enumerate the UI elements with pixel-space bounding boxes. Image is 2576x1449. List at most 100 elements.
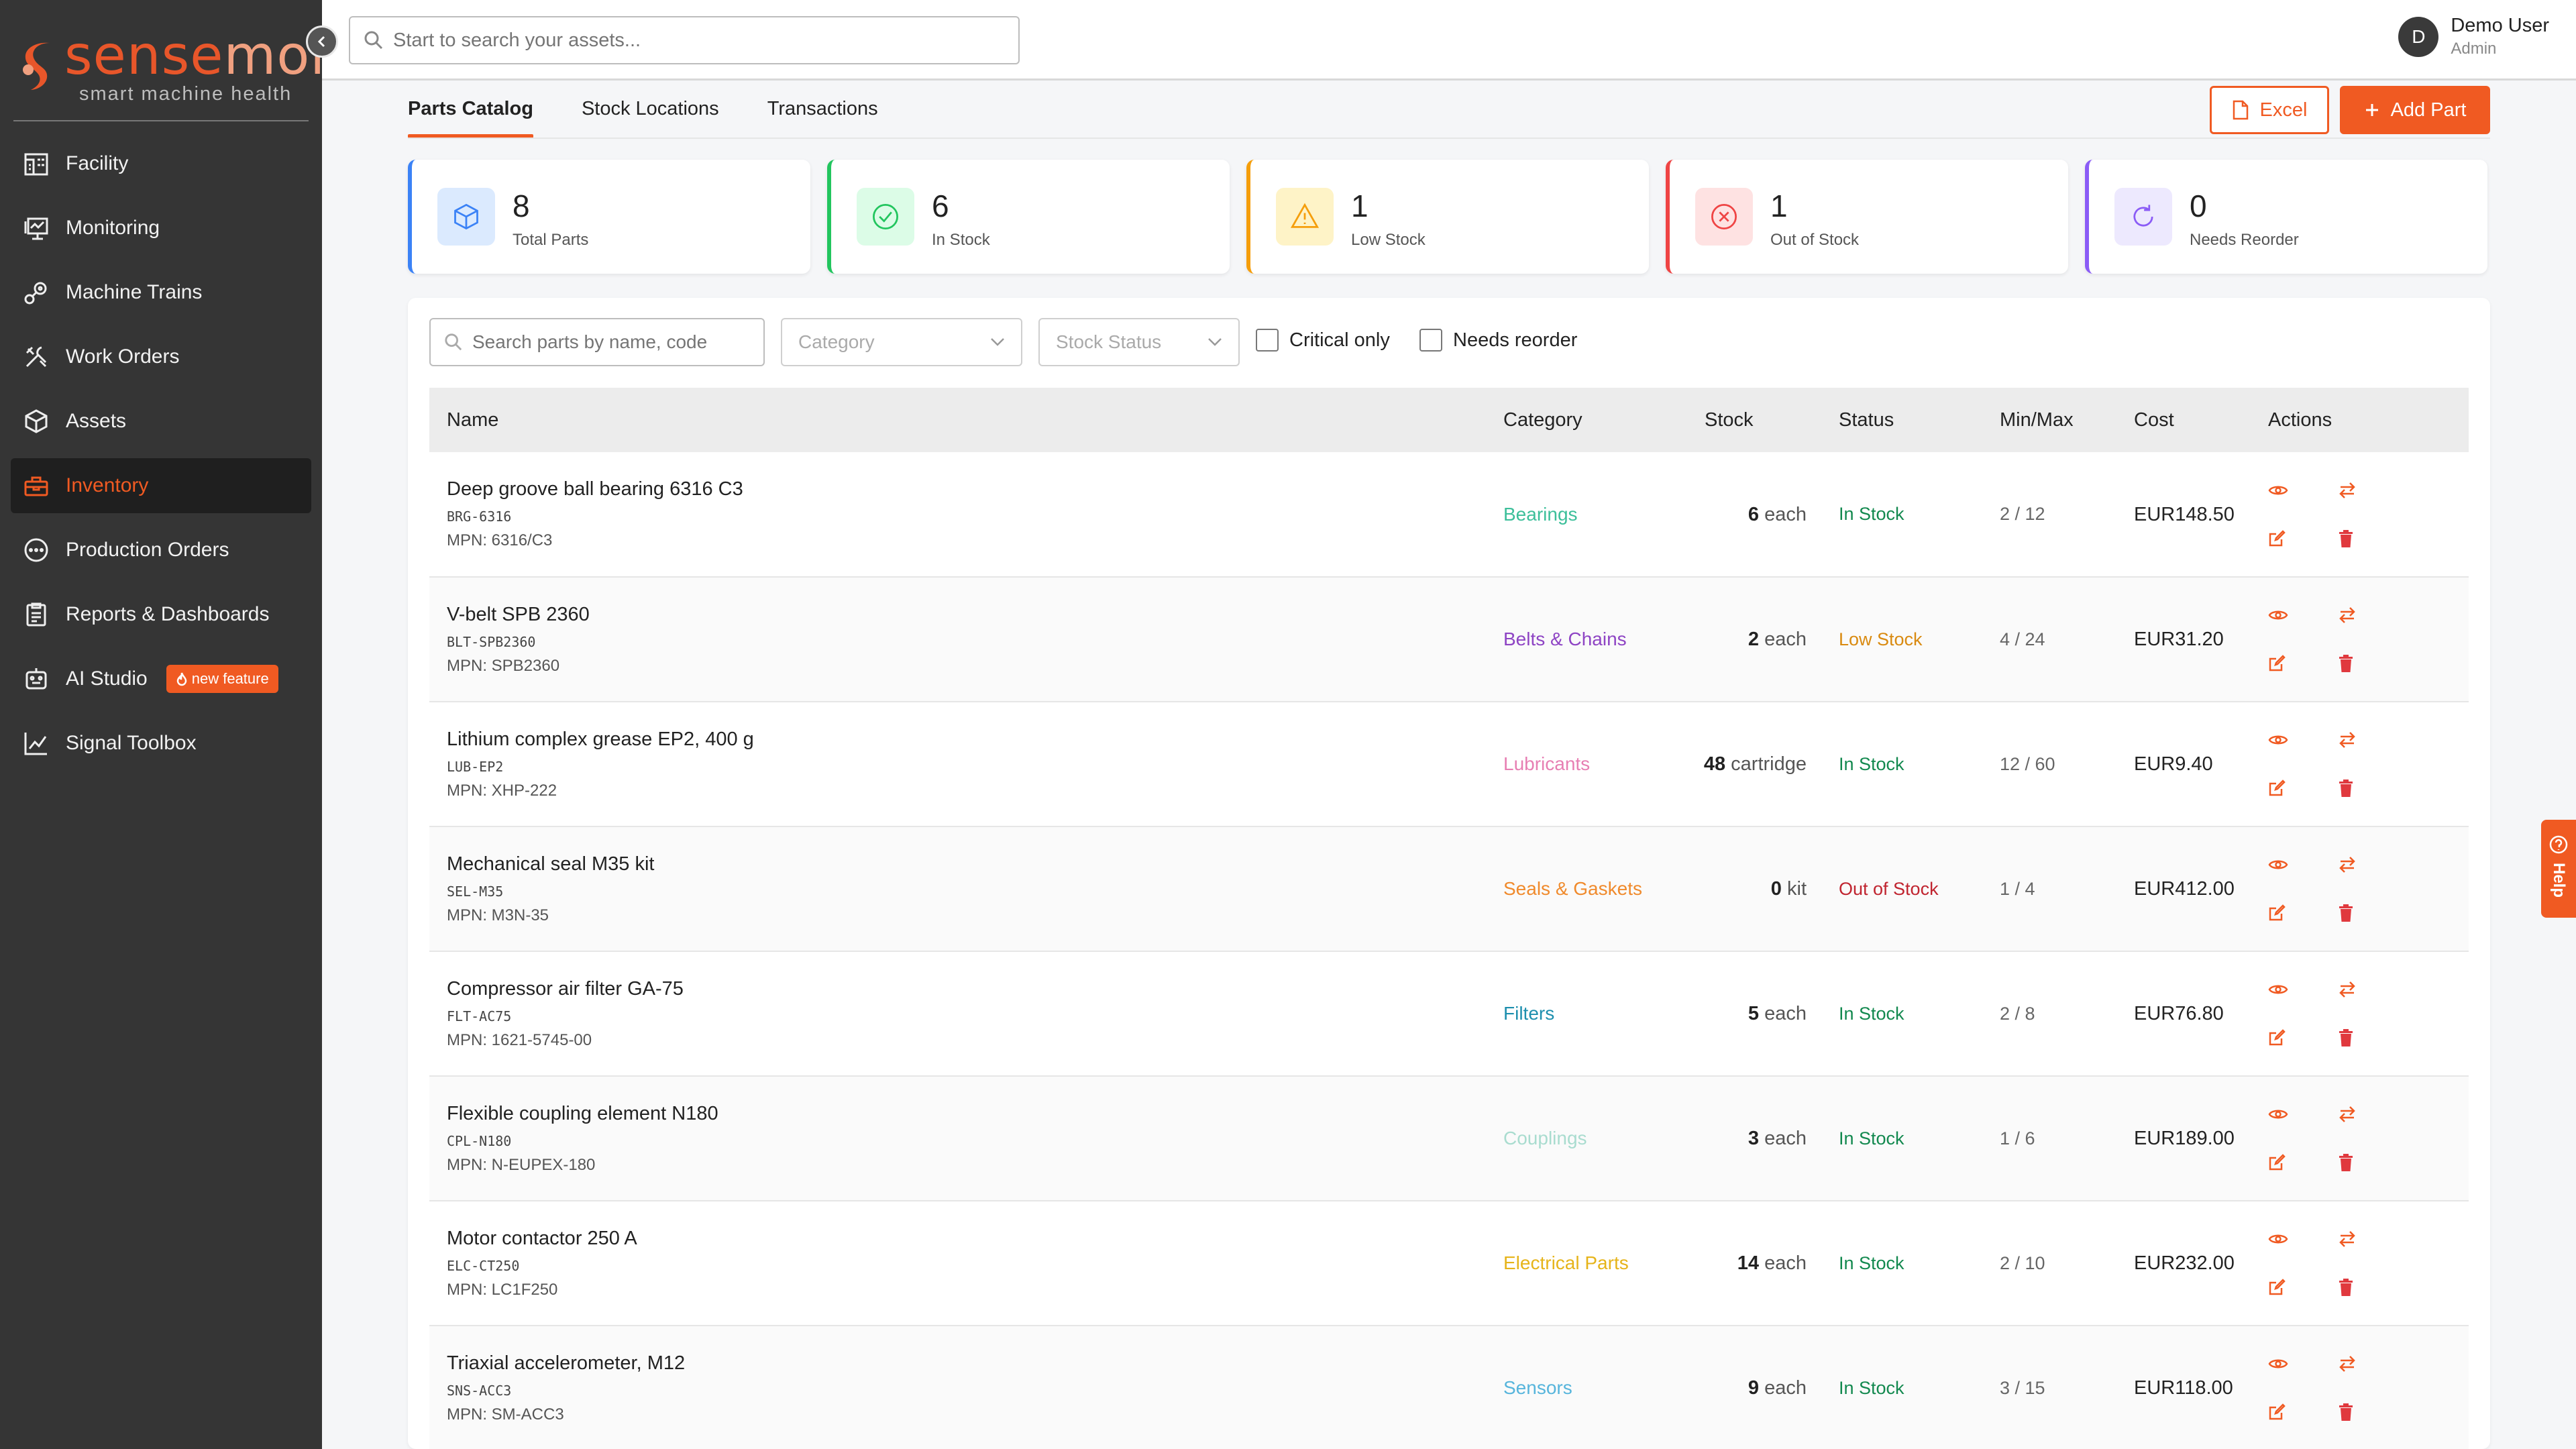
global-search[interactable] xyxy=(349,16,1020,64)
transfer-icon[interactable] xyxy=(2338,591,2408,639)
sidebar-item-machine-trains[interactable]: Machine Trains xyxy=(11,265,311,320)
edit-icon[interactable] xyxy=(2268,889,2338,937)
needs-reorder-label: Needs reorder xyxy=(1453,329,1578,351)
parts-search[interactable] xyxy=(429,318,765,366)
clipboard-icon xyxy=(21,600,51,629)
transfer-icon[interactable] xyxy=(2338,716,2408,764)
stock-status-select[interactable]: Stock Status xyxy=(1038,318,1240,366)
stock-unit: cartridge xyxy=(1731,753,1807,775)
sidebar-item-work-orders[interactable]: Work Orders xyxy=(11,329,311,384)
table-row[interactable]: Motor contactor 250 A ELC-CT250 MPN: LC1F2… xyxy=(429,1201,2469,1326)
column-header-name[interactable]: Name xyxy=(429,388,1486,452)
category-select[interactable]: Category xyxy=(781,318,1022,366)
delete-icon[interactable] xyxy=(2338,1263,2408,1311)
part-name[interactable]: Lithium complex grease EP2, 400 g xyxy=(447,729,1486,751)
cell-actions xyxy=(2251,452,2469,577)
cell-name: Deep groove ball bearing 6316 C3 BRG-6316… xyxy=(429,452,1486,577)
part-name[interactable]: Mechanical seal M35 kit xyxy=(447,853,1486,875)
delete-icon[interactable] xyxy=(2338,889,2408,937)
needs-reorder-filter[interactable]: Needs reorder xyxy=(1419,329,1577,352)
table-row[interactable]: Lithium complex grease EP2, 400 g LUB-EP2… xyxy=(429,702,2469,826)
view-icon[interactable] xyxy=(2268,466,2338,515)
needs-reorder-checkbox[interactable] xyxy=(1419,329,1442,352)
delete-icon[interactable] xyxy=(2338,1388,2408,1436)
edit-icon[interactable] xyxy=(2268,764,2338,812)
excel-export-button[interactable]: Excel xyxy=(2210,86,2329,134)
transfer-icon[interactable] xyxy=(2338,1090,2408,1138)
transfer-icon[interactable] xyxy=(2338,466,2408,515)
table-row[interactable]: Deep groove ball bearing 6316 C3 BRG-6316… xyxy=(429,452,2469,577)
sidebar-item-ai-studio[interactable]: AI Studio new feature xyxy=(11,651,311,706)
help-label: Help xyxy=(2550,863,2568,898)
critical-only-checkbox[interactable] xyxy=(1256,329,1279,352)
part-name[interactable]: Compressor air filter GA-75 xyxy=(447,978,1486,1000)
edit-icon[interactable] xyxy=(2268,639,2338,688)
critical-only-filter[interactable]: Critical only xyxy=(1256,329,1390,352)
sidebar-item-production-orders[interactable]: Production Orders xyxy=(11,523,311,578)
inventory-tabs: Parts Catalog Stock Locations Transactio… xyxy=(408,94,926,138)
user-menu[interactable]: D Demo User Admin xyxy=(2398,15,2549,58)
table-row[interactable]: Compressor air filter GA-75 FLT-AC75 MPN: … xyxy=(429,951,2469,1076)
stock-quantity: 5 xyxy=(1748,1003,1760,1024)
table-row[interactable]: Flexible coupling element N180 CPL-N180 MP… xyxy=(429,1076,2469,1201)
tab-transactions[interactable]: Transactions xyxy=(767,94,878,138)
part-name[interactable]: Triaxial accelerometer, M12 xyxy=(447,1352,1486,1375)
column-header-minmax[interactable]: Min/Max xyxy=(1982,388,2116,452)
sidebar-item-assets[interactable]: Assets xyxy=(11,394,311,449)
part-name[interactable]: Motor contactor 250 A xyxy=(447,1228,1486,1250)
table-row[interactable]: Mechanical seal M35 kit SEL-M35 MPN: M3N-3… xyxy=(429,826,2469,951)
part-name[interactable]: V-belt SPB 2360 xyxy=(447,604,1486,626)
delete-icon[interactable] xyxy=(2338,639,2408,688)
delete-icon[interactable] xyxy=(2338,1138,2408,1187)
sidebar-item-reports-dashboards[interactable]: Reports & Dashboards xyxy=(11,587,311,642)
column-header-stock[interactable]: Stock xyxy=(1687,388,1821,452)
stat-label: Needs Reorder xyxy=(2190,231,2299,249)
transfer-icon[interactable] xyxy=(2338,1215,2408,1263)
cell-name: Flexible coupling element N180 CPL-N180 MP… xyxy=(429,1076,1486,1201)
tab-stock-locations[interactable]: Stock Locations xyxy=(582,94,719,138)
view-icon[interactable] xyxy=(2268,591,2338,639)
transfer-icon[interactable] xyxy=(2338,1340,2408,1388)
column-header-category[interactable]: Category xyxy=(1486,388,1687,452)
status-badge: In Stock xyxy=(1839,1128,1904,1148)
view-icon[interactable] xyxy=(2268,1340,2338,1388)
delete-icon[interactable] xyxy=(2338,764,2408,812)
column-header-status[interactable]: Status xyxy=(1821,388,1982,452)
column-header-cost[interactable]: Cost xyxy=(2116,388,2251,452)
view-icon[interactable] xyxy=(2268,716,2338,764)
view-icon[interactable] xyxy=(2268,1215,2338,1263)
sidebar-collapse-button[interactable] xyxy=(306,25,338,58)
view-icon[interactable] xyxy=(2268,841,2338,889)
part-name[interactable]: Flexible coupling element N180 xyxy=(447,1103,1486,1125)
parts-search-input[interactable] xyxy=(472,331,754,353)
brand-logo[interactable]: sensemore smart machine health xyxy=(16,24,365,105)
global-search-input[interactable] xyxy=(393,29,983,52)
edit-icon[interactable] xyxy=(2268,1388,2338,1436)
delete-icon[interactable] xyxy=(2338,515,2408,563)
part-name[interactable]: Deep groove ball bearing 6316 C3 xyxy=(447,478,1486,500)
edit-icon[interactable] xyxy=(2268,1138,2338,1187)
tab-parts-catalog[interactable]: Parts Catalog xyxy=(408,94,533,138)
add-part-button[interactable]: Add Part xyxy=(2340,86,2490,134)
transfer-icon[interactable] xyxy=(2338,841,2408,889)
help-button[interactable]: Help xyxy=(2541,820,2576,918)
sidebar-item-facility[interactable]: Facility xyxy=(11,136,311,191)
table-row[interactable]: V-belt SPB 2360 BLT-SPB2360 MPN: SPB2360 Be… xyxy=(429,577,2469,702)
sidebar-item-signal-toolbox[interactable]: Signal Toolbox xyxy=(11,716,311,771)
minmax-value: 2 / 10 xyxy=(2000,1252,2045,1273)
view-icon[interactable] xyxy=(2268,1090,2338,1138)
status-badge: In Stock xyxy=(1839,753,1904,774)
edit-icon[interactable] xyxy=(2268,515,2338,563)
cell-category: Sensors xyxy=(1486,1326,1687,1449)
edit-icon[interactable] xyxy=(2268,1263,2338,1311)
sidebar-item-monitoring[interactable]: Monitoring xyxy=(11,201,311,256)
edit-icon[interactable] xyxy=(2268,1014,2338,1062)
delete-icon[interactable] xyxy=(2338,1014,2408,1062)
transfer-icon[interactable] xyxy=(2338,965,2408,1014)
brand-word-sense: sense xyxy=(64,24,224,87)
sidebar-item-inventory[interactable]: Inventory xyxy=(11,458,311,513)
cell-name: Motor contactor 250 A ELC-CT250 MPN: LC1F2… xyxy=(429,1201,1486,1326)
view-icon[interactable] xyxy=(2268,965,2338,1014)
table-row[interactable]: Triaxial accelerometer, M12 SNS-ACC3 MPN: … xyxy=(429,1326,2469,1449)
sidebar-item-label: Work Orders xyxy=(66,345,180,368)
